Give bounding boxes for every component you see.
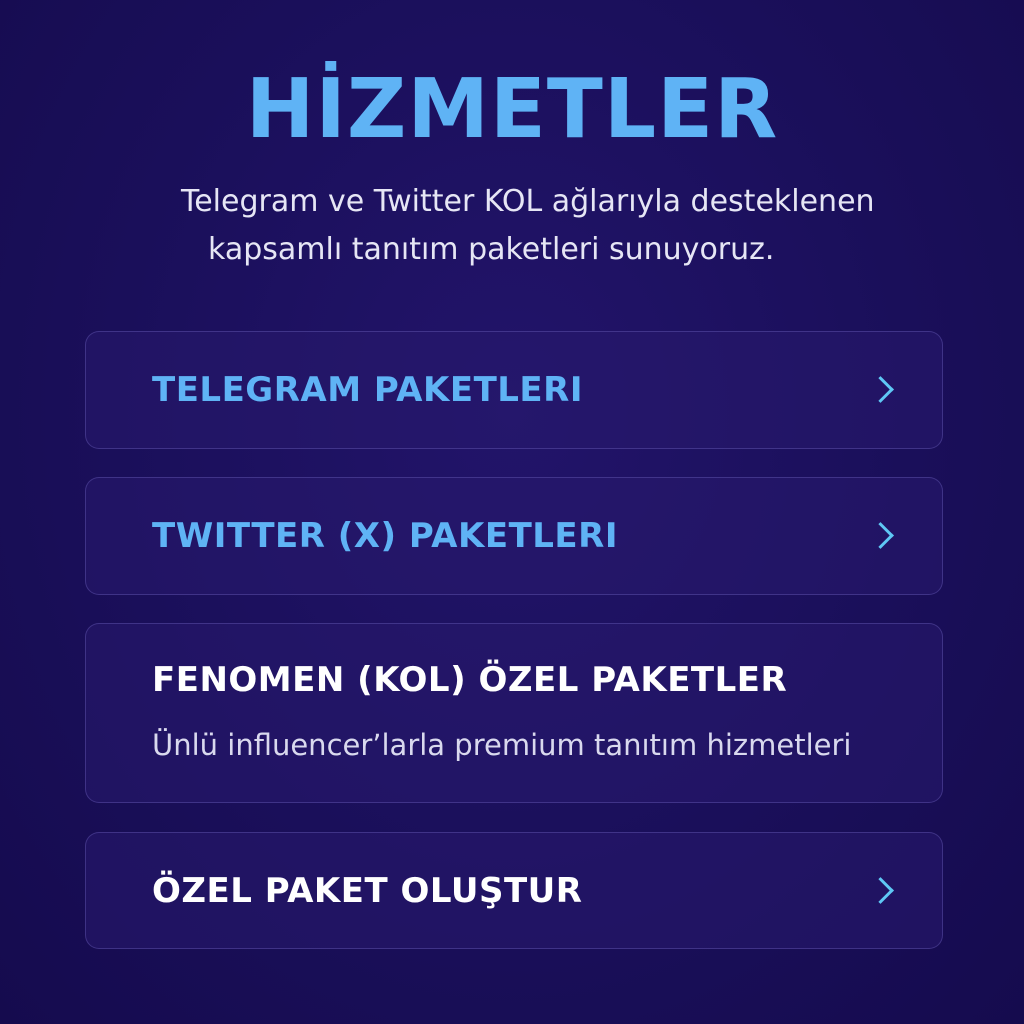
create-custom-package-label: ÖZEL PAKET OLUŞTUR — [152, 870, 583, 911]
influencer-packages-card[interactable]: FENOMEN (KOL) ÖZEL PAKETLER Ünlü influen… — [85, 623, 943, 803]
subtitle-line-1: Telegram ve Twitter KOL ağlarıyla destek… — [181, 184, 875, 219]
twitter-packages-button[interactable]: TWITTER (X) PAKETLERI — [85, 477, 943, 595]
subtitle-line-2: kapsamlı tanıtım paketleri sunuyoruz. — [208, 232, 775, 267]
twitter-packages-label: TWITTER (X) PAKETLERI — [152, 516, 618, 556]
telegram-packages-label: TELEGRAM PAKETLERI — [152, 370, 583, 410]
chevron-right-icon — [867, 522, 894, 549]
page-title: HİZMETLER — [245, 62, 779, 157]
influencer-packages-description: Ünlü influencer’larla premium tanıtım hi… — [152, 728, 852, 762]
page-subtitle: Telegram ve Twitter KOL ağlarıyla destek… — [0, 178, 1024, 274]
services-page: HİZMETLER Telegram ve Twitter KOL ağları… — [0, 0, 1024, 1024]
influencer-packages-label: FENOMEN (KOL) ÖZEL PAKETLER — [152, 660, 788, 700]
telegram-packages-button[interactable]: TELEGRAM PAKETLERI — [85, 331, 943, 449]
create-custom-package-button[interactable]: ÖZEL PAKET OLUŞTUR — [85, 832, 943, 949]
chevron-right-icon — [867, 876, 894, 904]
chevron-right-icon — [867, 376, 894, 403]
